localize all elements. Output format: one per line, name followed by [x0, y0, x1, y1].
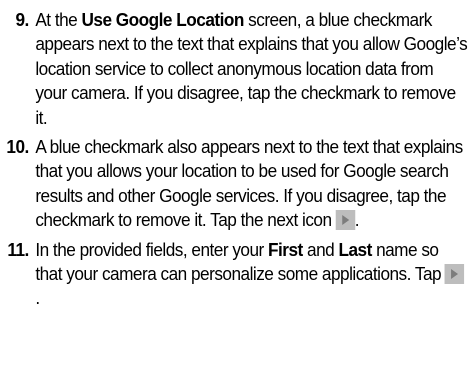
step-text: At the Use Google Location screen, a blu… [35, 9, 468, 128]
step-number: 9. [15, 9, 29, 30]
last-name-label: Last [338, 238, 372, 260]
play-arrow-icon [335, 210, 355, 231]
step-11: 11. In the provided fields, enter your F… [0, 238, 468, 311]
step-text: A blue checkmark also appears next to th… [35, 136, 463, 231]
play-arrow-icon [444, 264, 465, 285]
step-number: 11. [7, 238, 29, 260]
step-10: 10. A blue checkmark also appears next t… [0, 135, 468, 233]
step-9: 9. At the Use Google Location screen, a … [0, 8, 468, 130]
first-name-label: First [268, 238, 303, 260]
step-text: In the provided fields, enter your First… [35, 238, 467, 311]
screen-name: Use Google Location [81, 9, 245, 30]
instruction-page: 9. At the Use Google Location screen, a … [0, 0, 471, 384]
step-number: 10. [6, 136, 29, 158]
